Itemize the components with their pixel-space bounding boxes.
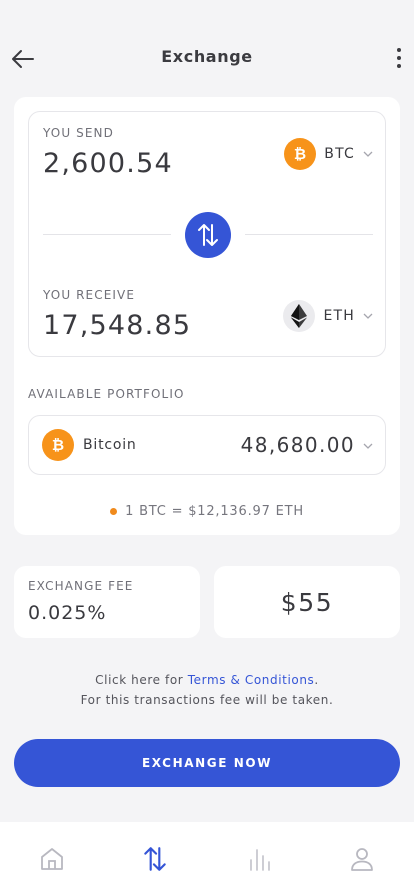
ethereum-icon <box>283 300 316 332</box>
rate-dot-icon <box>110 508 118 515</box>
portfolio-value: 48,680.00 <box>240 433 355 457</box>
tab-profile[interactable] <box>332 829 392 889</box>
tab-exchange[interactable] <box>125 829 185 889</box>
stats-icon <box>249 849 270 871</box>
portfolio-coin-name: Bitcoin <box>83 437 137 453</box>
bitcoin-icon: ₿ <box>284 138 317 170</box>
swap-box: YOU SEND 2,600.54 ₿ BTC YOU RECEIVE 17,5… <box>28 111 386 357</box>
terms-suffix: . <box>314 673 319 687</box>
portfolio-select[interactable]: ₿ Bitcoin 48,680.00 <box>28 415 386 475</box>
terms-line-1: Click here for Terms & Conditions. <box>0 670 414 690</box>
exchange-now-button[interactable]: EXCHANGE NOW <box>14 739 400 787</box>
receive-coin-select[interactable]: ETH <box>283 300 373 332</box>
receive-coin-ticker: ETH <box>323 308 355 324</box>
profile-icon <box>351 848 374 871</box>
exchange-card: YOU SEND 2,600.54 ₿ BTC YOU RECEIVE 17,5… <box>14 97 400 535</box>
send-coin-select[interactable]: ₿ BTC <box>284 138 373 170</box>
terms-notice: Click here for Terms & Conditions. For t… <box>0 670 414 710</box>
fee-percentage: 0.025% <box>28 602 107 624</box>
portfolio-label: AVAILABLE PORTFOLIO <box>28 387 185 401</box>
exchange-rate-text: 1 BTC = $12,136.97 ETH <box>125 504 304 519</box>
more-vertical-icon <box>397 48 401 52</box>
terms-link[interactable]: Terms & Conditions <box>188 673 315 687</box>
swap-direction-button[interactable] <box>185 212 231 258</box>
bitcoin-icon: ₿ <box>42 429 74 461</box>
swap-arrows-icon <box>198 224 218 246</box>
tab-stats[interactable] <box>229 829 289 889</box>
fee-amount: $55 <box>280 587 334 617</box>
divider <box>43 234 171 235</box>
exchange-rate: 1 BTC = $12,136.97 ETH <box>14 504 400 519</box>
send-amount-input[interactable]: 2,600.54 <box>43 148 173 179</box>
tab-home[interactable] <box>22 829 82 889</box>
terms-prefix: Click here for <box>95 673 188 687</box>
exchange-fee-card: EXCHANGE FEE 0.025% <box>14 566 200 638</box>
divider <box>245 234 373 235</box>
svg-text:₿: ₿ <box>294 145 306 163</box>
receive-amount-value: 17,548.85 <box>43 310 192 341</box>
terms-line-2: For this transactions fee will be taken. <box>80 693 334 707</box>
chevron-down-icon <box>363 149 373 159</box>
send-label: YOU SEND <box>43 126 114 140</box>
chevron-down-icon <box>363 311 373 321</box>
page-title: Exchange <box>161 47 253 66</box>
send-coin-ticker: BTC <box>324 146 355 162</box>
chevron-down-icon <box>363 441 373 451</box>
more-options-button[interactable] <box>394 45 404 71</box>
svg-text:₿: ₿ <box>52 436 64 454</box>
bottom-tab-bar <box>0 822 414 896</box>
fee-amount-card: $55 <box>214 566 400 638</box>
home-icon <box>40 848 63 870</box>
receive-label: YOU RECEIVE <box>43 288 136 302</box>
fee-label: EXCHANGE FEE <box>28 579 134 593</box>
exchange-icon <box>144 847 167 871</box>
